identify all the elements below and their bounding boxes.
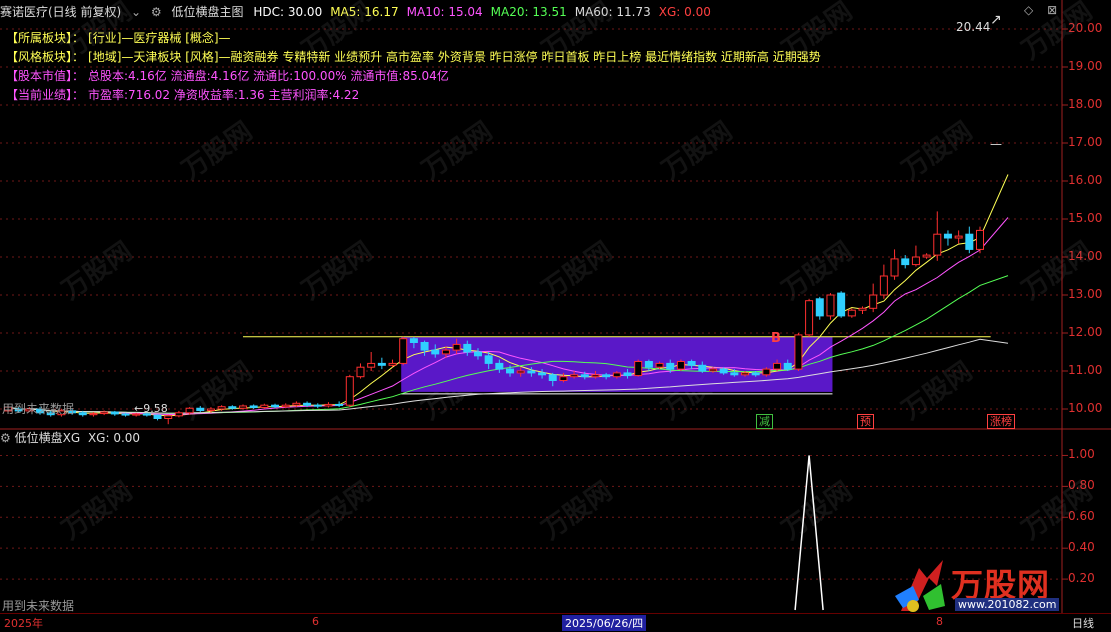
watermark-mark: 万股网	[897, 116, 978, 185]
candle	[911, 245, 920, 267]
candle	[976, 226, 984, 254]
watermark-text: 万股网	[1017, 0, 1098, 66]
price-chart[interactable]: 万股网 万股网 万股网 万股网 万股网万股网 万股网 万股网 万股网万股网 万股网 万股网 万股网万…	[0, 0, 1111, 631]
candle	[388, 359, 397, 368]
year-label: 2025年	[4, 617, 43, 630]
watermark-text: 万股网	[177, 116, 258, 185]
settings-gear-icon[interactable]: ⚙	[0, 431, 11, 445]
future-note-sub: 用到未来数据	[2, 599, 75, 613]
candle	[367, 352, 376, 371]
candle	[345, 374, 354, 408]
candle	[174, 410, 183, 418]
candle	[922, 253, 931, 259]
low-value: 9.58	[143, 402, 168, 415]
candle	[153, 414, 162, 421]
month-label-8: 8	[936, 615, 943, 628]
watermark-text: 万股网	[297, 0, 378, 66]
sub-header: ⚙ 低位横盘XG XG: 0.00	[0, 429, 140, 446]
watermark-mark: 万股网	[297, 0, 378, 66]
watermark-text: 万股网	[417, 116, 498, 185]
sub-indicator-title[interactable]: 低位横盘XG	[15, 431, 81, 445]
badge-yu[interactable]: 预	[857, 414, 874, 429]
watermark-text: 万股网	[777, 0, 858, 66]
watermark-text: 万股网	[657, 116, 738, 185]
candle	[869, 283, 878, 313]
candle	[110, 410, 119, 416]
high-arrow-icon: ↗	[990, 12, 1002, 28]
candle	[324, 402, 333, 408]
candle	[313, 403, 322, 409]
candle	[954, 230, 963, 244]
candle	[837, 291, 846, 318]
brand-url: www.201082.com	[955, 598, 1060, 611]
watermark-text: 万股网	[537, 0, 618, 66]
future-note-main: 用到未来数据	[2, 402, 75, 416]
watermark-text: 万股网	[897, 116, 978, 185]
candle	[847, 308, 856, 318]
watermark-text: 万股网	[57, 0, 138, 66]
watermark-mark: 万股网	[177, 356, 258, 425]
period-label[interactable]: 日线	[1072, 615, 1094, 631]
candle	[858, 306, 867, 314]
watermark-mark: 万股网	[417, 116, 498, 185]
watermark-layer: 万股网 万股网 万股网 万股网 万股网万股网 万股网 万股网 万股网万股网 万股网 万股网 万股网万…	[57, 0, 1098, 546]
candle	[933, 211, 942, 261]
watermark-mark: 万股网	[897, 356, 978, 425]
low-label: ←9.58	[134, 402, 168, 415]
watermark-mark: 万股网	[57, 0, 138, 66]
candle	[399, 336, 408, 366]
badge-jian[interactable]: 减	[756, 414, 773, 429]
candle	[794, 333, 803, 371]
sub-indicator-value: XG: 0.00	[87, 431, 141, 445]
candle	[260, 403, 269, 409]
brand-arrow-icon	[895, 560, 945, 612]
candle	[377, 357, 386, 370]
candle	[100, 410, 109, 416]
month-label-6: 6	[312, 615, 319, 628]
candle	[879, 264, 888, 299]
watermark-text: 万股网	[897, 356, 978, 425]
dash-mark: —	[990, 137, 1002, 151]
candle	[826, 293, 835, 320]
candle	[890, 249, 899, 280]
candle	[356, 363, 365, 379]
candle	[965, 226, 974, 254]
watermark-text: 万股网	[177, 356, 258, 425]
candle	[164, 414, 173, 425]
cursor-date[interactable]: 2025/06/26/四	[562, 615, 647, 631]
watermark-mark: 万股网	[537, 0, 618, 66]
watermark-mark: 万股网	[1017, 0, 1098, 66]
watermark-mark: 万股网	[177, 116, 258, 185]
candle	[676, 359, 685, 371]
high-label: 20.44	[956, 20, 991, 34]
candle	[815, 296, 824, 320]
candle	[943, 230, 952, 246]
badge-zhangbang[interactable]: 涨榜	[987, 414, 1015, 429]
candle	[805, 298, 814, 337]
date-axis: 2025年 6 2025/06/26/四 8 日线	[0, 613, 1111, 632]
brand-logo: 万股网 www.201082.com	[893, 556, 1063, 614]
candle	[249, 404, 258, 409]
watermark-mark: 万股网	[777, 0, 858, 66]
candle	[762, 367, 771, 377]
b-mark: B	[771, 331, 781, 346]
watermark-mark: 万股网	[657, 116, 738, 185]
candle	[634, 359, 643, 377]
candle	[335, 401, 344, 408]
